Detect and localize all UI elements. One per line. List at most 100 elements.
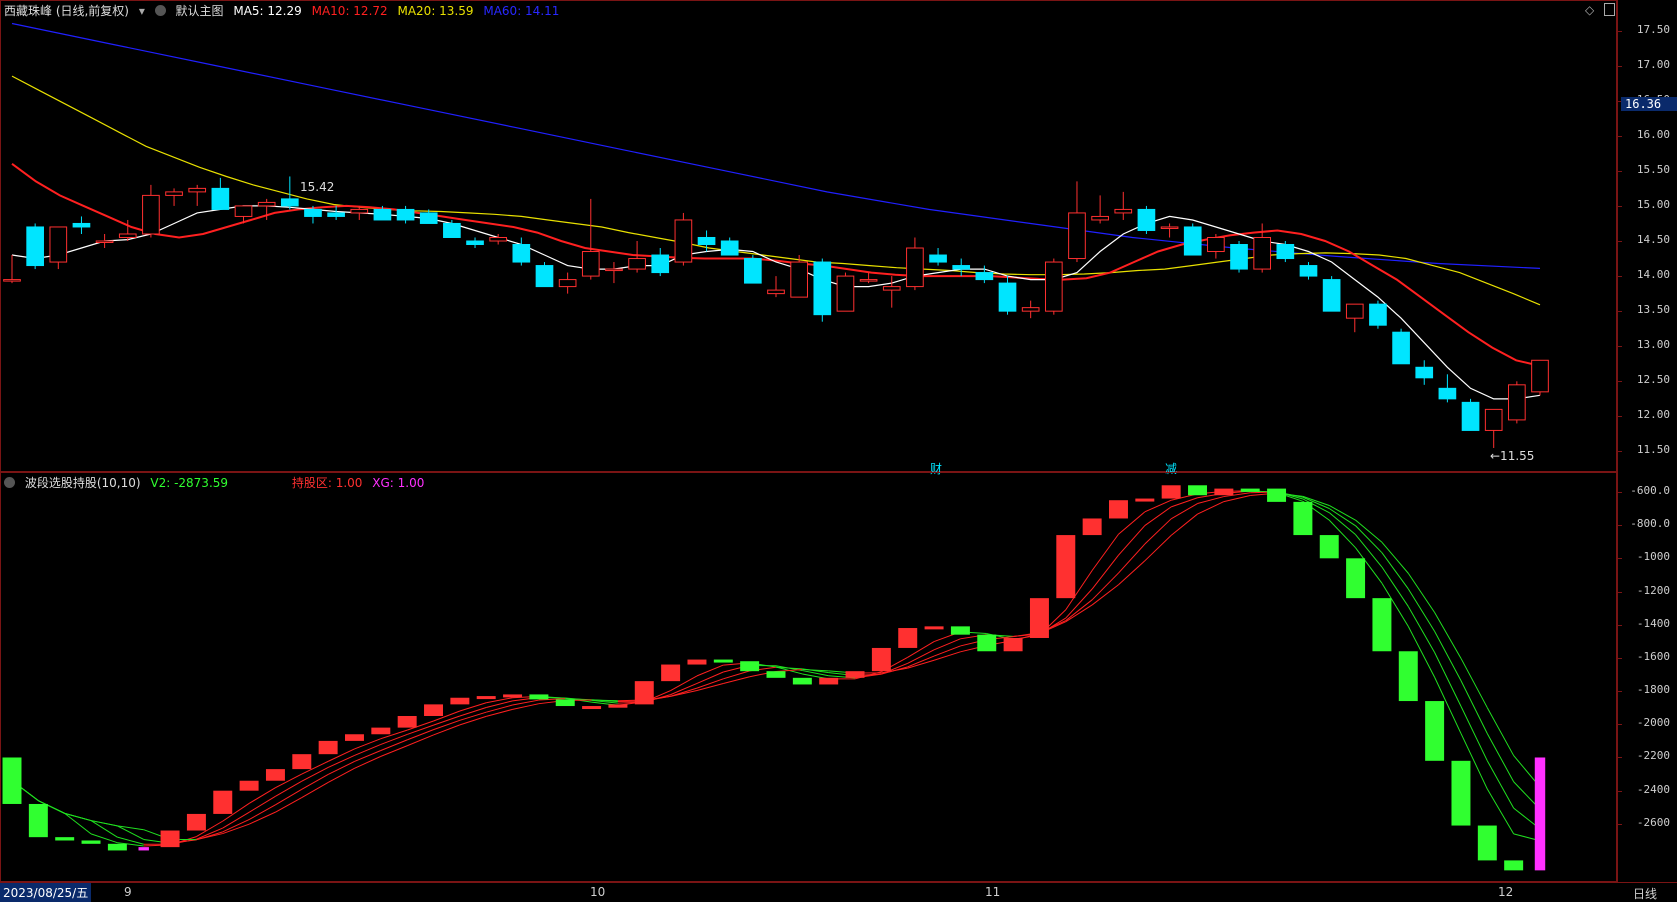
candle-body [559, 280, 576, 287]
guide-line [275, 789, 301, 804]
price-tick [1618, 451, 1622, 452]
candle-body [1485, 409, 1502, 430]
candle-body [1045, 262, 1062, 311]
candle-body [976, 273, 993, 280]
guide-line [328, 755, 354, 767]
indicator-tick-label: -1400 [1637, 617, 1670, 630]
candle-body [930, 255, 947, 262]
price-tick-label: 13.50 [1637, 303, 1670, 316]
indicator-tick [1618, 691, 1622, 692]
indicator-bar [819, 678, 838, 685]
month-label-9: 9 [124, 885, 132, 899]
price-tick-label: 17.00 [1637, 58, 1670, 71]
candle-body [420, 213, 437, 224]
guide-line [381, 740, 407, 751]
period-label[interactable]: 日线 [1633, 885, 1657, 902]
guide-line [1461, 658, 1487, 707]
indicator-bar [424, 704, 443, 716]
price-tick [1618, 311, 1622, 312]
guide-line [1435, 653, 1461, 707]
candle-body [1300, 266, 1317, 277]
guide-line [1198, 502, 1224, 514]
price-tick-label: 11.50 [1637, 443, 1670, 456]
indicator-bar [1267, 489, 1286, 502]
price-chart[interactable] [0, 0, 1617, 472]
guide-line [934, 652, 960, 660]
candle-body [1532, 360, 1549, 392]
price-tick [1618, 381, 1622, 382]
price-tick-label: 14.00 [1637, 268, 1670, 281]
indicator-bar [1451, 761, 1470, 826]
indicator-bar [82, 840, 101, 843]
indicator-bar [582, 706, 601, 709]
guide-line [1329, 505, 1355, 520]
guide-line [1092, 555, 1118, 589]
candle-body [1393, 332, 1410, 364]
ma10-line [12, 164, 1540, 366]
indicator-bar [556, 699, 575, 706]
indicator-bar [898, 628, 917, 648]
candle-body [1416, 367, 1433, 378]
indicator-tick [1618, 525, 1622, 526]
candle-body [4, 280, 21, 282]
indicator-bar [977, 635, 996, 652]
indicator-tick-label: -1000 [1637, 550, 1670, 563]
candle-body [513, 245, 530, 263]
indicator-bar [1535, 757, 1545, 870]
candle-body [212, 188, 229, 209]
candle-body [73, 223, 90, 227]
candle-body [50, 227, 67, 262]
indicator-bar [1030, 598, 1049, 638]
candle-body [721, 241, 738, 255]
indicator-tick-label: -1200 [1637, 584, 1670, 597]
guide-line [354, 756, 380, 768]
indicator-bar [108, 844, 127, 851]
candle-body [1231, 245, 1248, 270]
guide-line [1408, 589, 1434, 631]
indicator-bar [319, 741, 338, 754]
candle-body [814, 262, 831, 315]
candle-body [1115, 209, 1132, 213]
indicator-bar [714, 660, 733, 663]
candle-body [1462, 402, 1479, 430]
candle-body [444, 223, 461, 237]
candle-body [768, 290, 785, 294]
indicator-tick [1618, 824, 1622, 825]
indicator-bar [187, 814, 206, 831]
indicator-bar [1504, 860, 1523, 870]
guide-line [249, 796, 275, 812]
guide-line [381, 746, 407, 757]
indicator-bar [1162, 485, 1181, 498]
price-tick-label: 12.00 [1637, 408, 1670, 421]
price-axis[interactable]: 17.5017.0016.5016.0015.5015.0014.5014.00… [1617, 0, 1677, 472]
candle-body [860, 280, 877, 282]
indicator-tick-label: -600.0 [1630, 484, 1670, 497]
candle-body [675, 220, 692, 262]
price-tick [1618, 416, 1622, 417]
date-axis[interactable]: 2023/08/25/五 9 10 11 12 日线 [0, 882, 1677, 901]
candle-body [397, 209, 414, 220]
indicator-tick [1618, 791, 1622, 792]
candle-body [1439, 388, 1456, 399]
price-tick-label: 17.50 [1637, 23, 1670, 36]
candle-body [629, 259, 646, 270]
guide-line [275, 798, 301, 813]
guide-line [1118, 561, 1144, 585]
guide-line [1092, 585, 1118, 605]
candle-body [1323, 280, 1340, 312]
indicator-tick [1618, 558, 1622, 559]
indicator-bar [925, 626, 944, 629]
indicator-bar [872, 648, 891, 671]
indicator-bar [1241, 489, 1260, 492]
candle-body [1161, 227, 1178, 229]
indicator-chart[interactable] [0, 472, 1617, 882]
indicator-tick-label: -2200 [1637, 749, 1670, 762]
guide-line [354, 744, 380, 755]
price-tick [1618, 171, 1622, 172]
candle-body [235, 206, 252, 217]
candle-body [652, 255, 669, 273]
indicator-tick [1618, 492, 1622, 493]
candle-body [536, 266, 553, 287]
price-tick [1618, 276, 1622, 277]
indicator-axis[interactable]: -600.0-800.0-1000-1200-1400-1600-1800-20… [1617, 472, 1677, 882]
